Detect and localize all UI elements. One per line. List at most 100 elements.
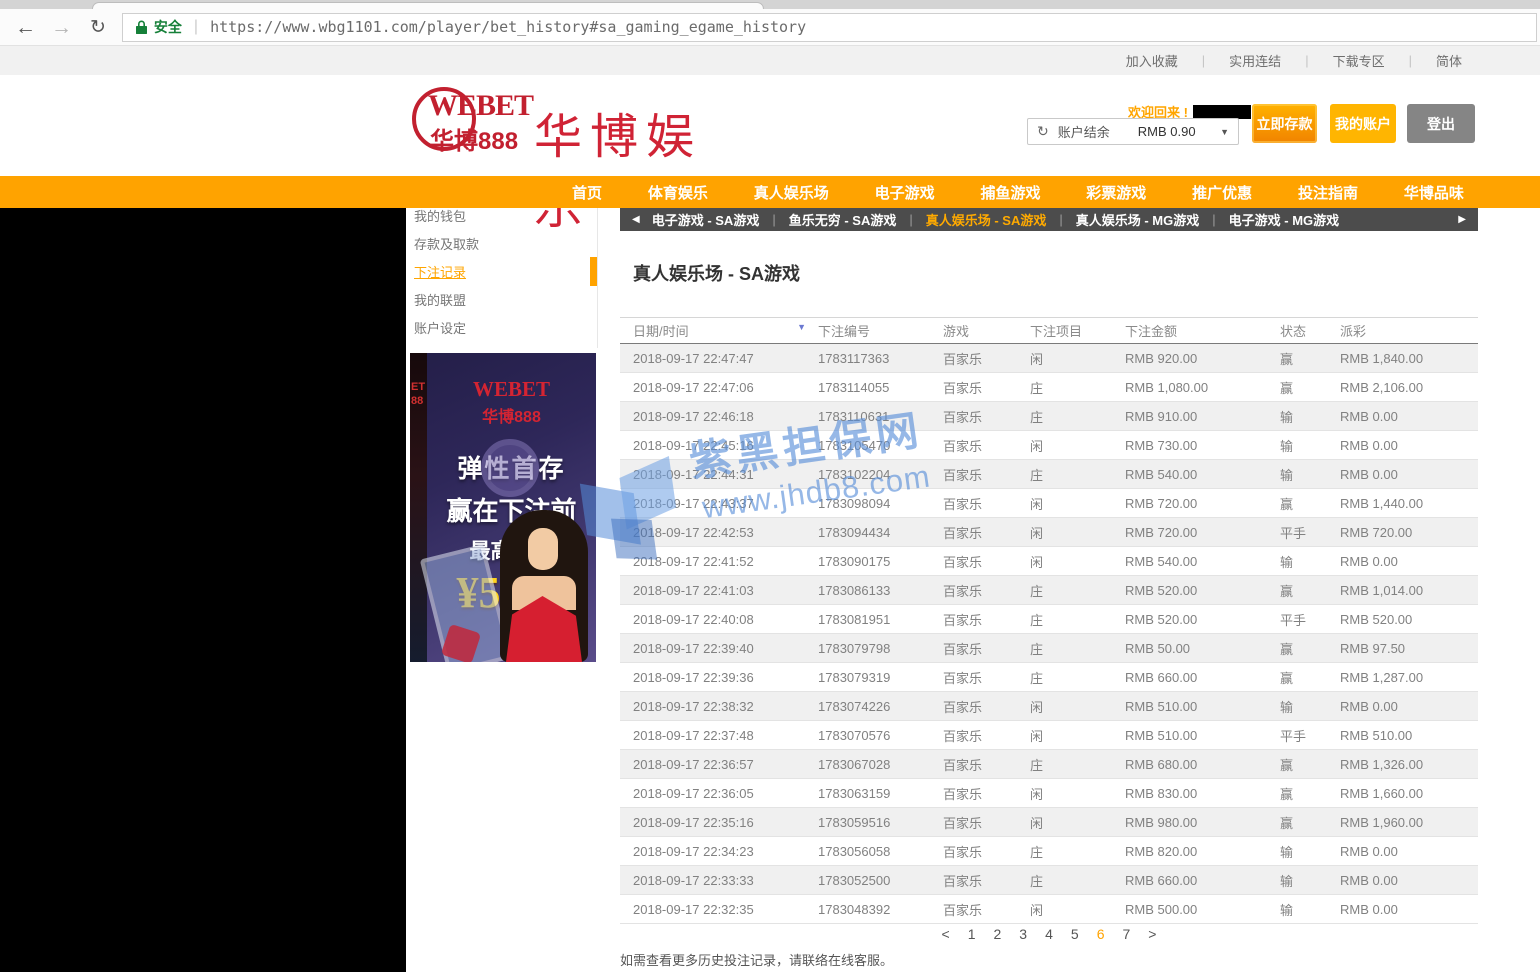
page-5[interactable]: 5 xyxy=(1071,926,1079,942)
site-logo[interactable]: WEBET 华博888 华博娱乐 xyxy=(408,79,738,171)
sidebar-item-2[interactable]: 下注记录 xyxy=(406,259,598,287)
cell-3: 庄 xyxy=(1030,610,1125,629)
cell-0: 2018-09-17 22:41:52 xyxy=(620,554,818,569)
quicklink-2[interactable]: 下载专区 xyxy=(1333,51,1385,70)
table-row: 2018-09-17 22:32:351783048392百家乐闲RMB 500… xyxy=(620,895,1478,924)
tabs-scroll-right-icon[interactable]: ▶ xyxy=(1458,214,1466,225)
cell-2: 百家乐 xyxy=(943,378,1030,397)
tab-0[interactable]: 电子游戏 - SA游戏 xyxy=(652,210,760,229)
cell-0: 2018-09-17 22:36:57 xyxy=(620,757,818,772)
cell-4: RMB 660.00 xyxy=(1125,873,1280,888)
nav-item-0[interactable]: 首页 xyxy=(572,182,602,203)
address-bar[interactable]: 安全 | https://www.wbg1101.com/player/bet_… xyxy=(122,13,1537,42)
tab-separator: | xyxy=(1212,212,1215,227)
tab-separator: | xyxy=(1059,212,1062,227)
browser-active-tab[interactable] xyxy=(92,2,764,9)
cell-1: 1783079319 xyxy=(818,670,943,685)
cell-5: 赢 xyxy=(1280,494,1340,513)
page-3[interactable]: 3 xyxy=(1019,926,1027,942)
banner-slide[interactable]: WEBET 华博888 弹性首存 赢在下注前 最高礼金 ¥5000 xyxy=(427,353,596,662)
page-1[interactable]: 1 xyxy=(968,926,976,942)
sidebar-item-1[interactable]: 存款及取款 xyxy=(406,231,598,259)
balance-value: RMB 0.90 xyxy=(1138,124,1196,139)
nav-item-3[interactable]: 电子游戏 xyxy=(875,182,935,203)
cell-3: 庄 xyxy=(1030,871,1125,890)
cell-6: RMB 1,960.00 xyxy=(1340,815,1478,830)
nav-item-1[interactable]: 体育娱乐 xyxy=(648,182,708,203)
nav-item-5[interactable]: 彩票游戏 xyxy=(1086,182,1146,203)
cell-3: 闲 xyxy=(1030,349,1125,368)
nav-item-6[interactable]: 推广优惠 xyxy=(1192,182,1252,203)
banner-previous-slide: ET 88 xyxy=(410,353,427,662)
sort-desc-icon[interactable]: ▼ xyxy=(797,322,806,332)
tab-1[interactable]: 鱼乐无穷 - SA游戏 xyxy=(789,210,897,229)
column-header-6: 派彩 xyxy=(1340,321,1478,340)
cell-5: 平手 xyxy=(1280,610,1340,629)
my-account-button[interactable]: 我的账户 xyxy=(1330,104,1396,143)
banner-fragment-text: ET xyxy=(411,381,425,393)
cell-3: 闲 xyxy=(1030,813,1125,832)
nav-item-4[interactable]: 捕鱼游戏 xyxy=(980,182,1040,203)
model-face xyxy=(528,528,558,570)
nav-item-7[interactable]: 投注指南 xyxy=(1298,182,1358,203)
deposit-button[interactable]: 立即存款 xyxy=(1252,104,1317,143)
game-history-tabs: ◀ 电子游戏 - SA游戏 | 鱼乐无穷 - SA游戏 | 真人娱乐场 - SA游戏 | 真… xyxy=(620,208,1478,231)
sidebar-menu: 我的钱包存款及取款下注记录我的联盟账户设定 xyxy=(406,203,598,343)
sidebar-item-4[interactable]: 账户设定 xyxy=(406,315,598,343)
tabs-scroll-left-icon[interactable]: ◀ xyxy=(632,214,640,225)
cell-2: 百家乐 xyxy=(943,871,1030,890)
page-title: 真人娱乐场 - SA游戏 xyxy=(633,260,800,286)
table-row: 2018-09-17 22:41:031783086133百家乐庄RMB 520… xyxy=(620,576,1478,605)
secure-label: 安全 xyxy=(154,17,182,37)
cell-2: 百家乐 xyxy=(943,581,1030,600)
sidebar-divider xyxy=(597,208,598,348)
banner-logo-brand: WEBET xyxy=(427,377,596,402)
nav-item-2[interactable]: 真人娱乐场 xyxy=(754,182,829,203)
logo-brand: WEBET xyxy=(428,89,533,123)
balance-refresh-icon[interactable]: ↻ xyxy=(1037,123,1049,140)
cell-2: 百家乐 xyxy=(943,465,1030,484)
cell-6: RMB 0.00 xyxy=(1340,844,1478,859)
sidebar-item-3[interactable]: 我的联盟 xyxy=(406,287,598,315)
page-next[interactable]: > xyxy=(1148,926,1156,942)
url-text[interactable]: https://www.wbg1101.com/player/bet_histo… xyxy=(210,18,806,36)
cell-5: 输 xyxy=(1280,871,1340,890)
logout-button[interactable]: 登出 xyxy=(1407,104,1475,143)
refresh-icon[interactable]: ↻ xyxy=(90,16,106,39)
column-header-0: 日期/时间▼ xyxy=(620,321,818,340)
cell-1: 1783110631 xyxy=(818,409,943,424)
lock-icon xyxy=(135,19,148,35)
cell-3: 闲 xyxy=(1030,697,1125,716)
table-row: 2018-09-17 22:35:161783059516百家乐闲RMB 980… xyxy=(620,808,1478,837)
forward-icon[interactable]: → xyxy=(51,17,72,38)
table-row: 2018-09-17 22:34:231783056058百家乐庄RMB 820… xyxy=(620,837,1478,866)
table-row: 2018-09-17 22:40:081783081951百家乐庄RMB 520… xyxy=(620,605,1478,634)
page-4[interactable]: 4 xyxy=(1045,926,1053,942)
cell-2: 百家乐 xyxy=(943,494,1030,513)
promo-banner[interactable]: ET 88 WEBET 华博888 弹性首存 赢在下注前 最高礼金 ¥5000 xyxy=(410,353,596,662)
nav-item-8[interactable]: 华博品味 xyxy=(1404,182,1464,203)
page-prev[interactable]: < xyxy=(942,926,950,942)
tab-separator: | xyxy=(772,212,775,227)
balance-widget[interactable]: ↻ 账户结余 RMB 0.90 ▼ xyxy=(1027,118,1239,145)
table-row: 2018-09-17 22:47:471783117363百家乐闲RMB 920… xyxy=(620,344,1478,373)
page-7[interactable]: 7 xyxy=(1122,926,1130,942)
cell-4: RMB 730.00 xyxy=(1125,438,1280,453)
cell-1: 1783079798 xyxy=(818,641,943,656)
back-icon[interactable]: ← xyxy=(15,17,36,38)
quicklink-3[interactable]: 简体 xyxy=(1436,51,1462,70)
page-6[interactable]: 6 xyxy=(1097,926,1105,942)
quicklink-0[interactable]: 加入收藏 xyxy=(1126,51,1178,70)
cell-1: 1783117363 xyxy=(818,351,943,366)
cell-0: 2018-09-17 22:42:53 xyxy=(620,525,818,540)
quicklink-separator: | xyxy=(1305,53,1308,68)
tab-4[interactable]: 电子游戏 - MG游戏 xyxy=(1229,210,1340,229)
sidebar-item-0[interactable]: 我的钱包 xyxy=(406,203,598,231)
quicklink-1[interactable]: 实用连结 xyxy=(1229,51,1281,70)
page-2[interactable]: 2 xyxy=(994,926,1002,942)
tab-2[interactable]: 真人娱乐场 - SA游戏 xyxy=(926,210,1047,229)
balance-caret-icon[interactable]: ▼ xyxy=(1220,127,1229,137)
tab-3[interactable]: 真人娱乐场 - MG游戏 xyxy=(1076,210,1200,229)
cell-0: 2018-09-17 22:45:16 xyxy=(620,438,818,453)
cell-1: 1783081951 xyxy=(818,612,943,627)
